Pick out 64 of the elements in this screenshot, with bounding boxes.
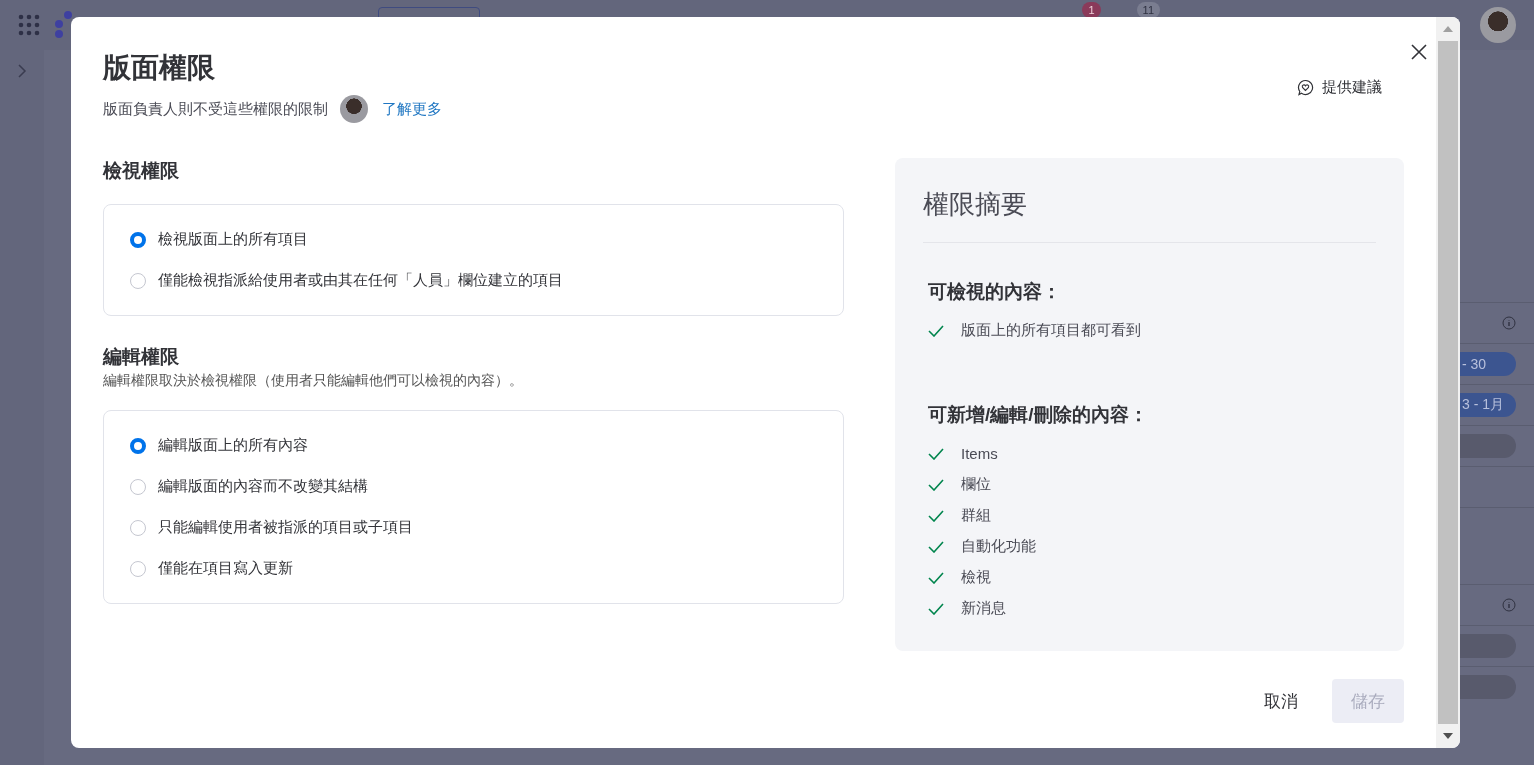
scrollbar-thumb[interactable] xyxy=(1438,41,1458,724)
check-icon xyxy=(928,509,944,522)
notification-badge: 1 xyxy=(1082,2,1101,18)
option-label: 僅能在項目寫入更新 xyxy=(158,559,293,578)
check-icon xyxy=(928,324,944,337)
radio-option[interactable]: 僅能在項目寫入更新 xyxy=(130,548,817,589)
logo-icon xyxy=(54,10,74,40)
radio-button[interactable] xyxy=(130,272,146,289)
summary-item: 版面上的所有項目都可看到 xyxy=(961,321,1141,340)
option-label: 編輯版面的內容而不改變其結構 xyxy=(158,477,368,496)
empty-date-pill[interactable] xyxy=(1460,675,1516,699)
info-icon[interactable] xyxy=(1502,598,1516,612)
count-badge: 11 xyxy=(1136,2,1160,18)
radio-button[interactable] xyxy=(130,478,146,495)
radio-option[interactable]: 只能編輯使用者被指派的項目或子項目 xyxy=(130,507,817,548)
scrollbar[interactable] xyxy=(1436,17,1460,748)
check-icon xyxy=(928,478,944,491)
check-icon xyxy=(928,447,944,460)
option-label: 僅能檢視指派給使用者或由其在任何「人員」欄位建立的項目 xyxy=(158,271,563,290)
radio-button[interactable] xyxy=(130,519,146,536)
radio-button[interactable] xyxy=(130,231,146,248)
summary-item: 檢視 xyxy=(961,568,991,587)
info-icon[interactable] xyxy=(1502,316,1516,330)
summary-item: 群組 xyxy=(961,506,991,525)
chevron-right-icon[interactable] xyxy=(17,64,27,78)
check-icon xyxy=(928,540,944,553)
section-description: 編輯權限取決於檢視權限（使用者只能編輯他們可以檢視的內容）。 xyxy=(103,372,524,390)
option-label: 只能編輯使用者被指派的項目或子項目 xyxy=(158,518,413,537)
check-icon xyxy=(928,602,944,615)
check-icon xyxy=(928,571,944,584)
cancel-button[interactable]: 取消 xyxy=(1258,688,1304,714)
apps-grid-icon[interactable] xyxy=(18,14,40,36)
date-range-pill[interactable]: - 30 xyxy=(1460,352,1516,376)
section-title: 檢視權限 xyxy=(103,159,180,183)
dialog-title: 版面權限 xyxy=(103,51,216,85)
close-icon xyxy=(1410,43,1428,61)
empty-date-pill[interactable] xyxy=(1460,634,1516,658)
section-title: 編輯權限 xyxy=(103,345,180,369)
radio-option[interactable]: 編輯版面上的所有內容 xyxy=(130,425,817,466)
option-label: 編輯版面上的所有內容 xyxy=(158,436,308,455)
owner-avatar xyxy=(340,95,368,123)
learn-more-link[interactable]: 了解更多 xyxy=(382,99,442,119)
heart-speech-bubble-icon xyxy=(1297,79,1314,96)
date-range-pill[interactable]: 3 - 1月 xyxy=(1460,393,1516,417)
summary-heading: 可檢視的內容： xyxy=(928,280,1062,304)
radio-option[interactable]: 檢視版面上的所有項目 xyxy=(130,219,817,260)
summary-title: 權限摘要 xyxy=(923,188,1028,221)
close-button[interactable] xyxy=(1410,43,1428,61)
radio-button[interactable] xyxy=(130,560,146,577)
summary-item: Items xyxy=(961,445,998,462)
scroll-up-icon[interactable] xyxy=(1442,25,1454,33)
radio-button[interactable] xyxy=(130,437,146,454)
dialog-subtitle: 版面負責人則不受這些權限的限制 xyxy=(103,99,328,119)
avatar[interactable] xyxy=(1480,7,1516,43)
summary-item: 新消息 xyxy=(961,599,1006,618)
summary-item: 自動化功能 xyxy=(961,537,1036,556)
summary-item: 欄位 xyxy=(961,475,991,494)
option-label: 檢視版面上的所有項目 xyxy=(158,230,308,249)
summary-heading: 可新增/編輯/刪除的內容： xyxy=(928,403,1149,427)
scroll-down-icon[interactable] xyxy=(1442,732,1454,740)
empty-date-pill[interactable] xyxy=(1460,434,1516,458)
radio-option[interactable]: 編輯版面的內容而不改變其結構 xyxy=(130,466,817,507)
feedback-button[interactable]: 提供建議 xyxy=(1291,77,1388,98)
radio-option[interactable]: 僅能檢視指派給使用者或由其在任何「人員」欄位建立的項目 xyxy=(130,260,817,301)
